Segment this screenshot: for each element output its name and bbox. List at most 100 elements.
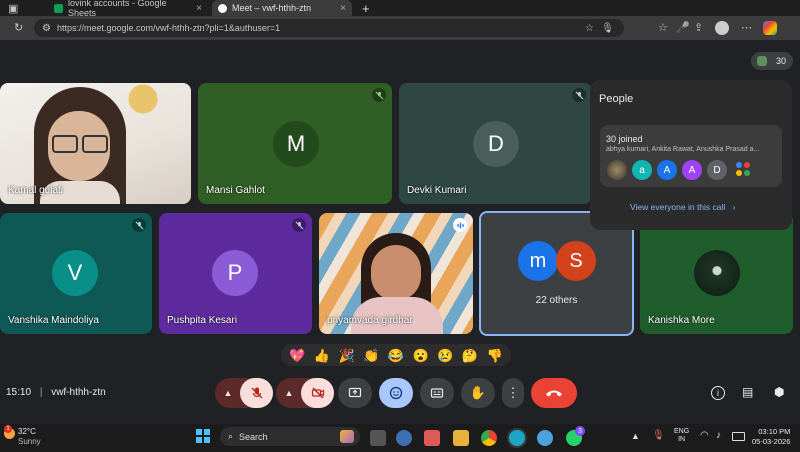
avatar: S bbox=[556, 241, 596, 281]
browser-icon[interactable] bbox=[537, 430, 553, 446]
reaction-party[interactable]: 🎉 bbox=[339, 349, 355, 362]
info-icon[interactable]: i bbox=[711, 386, 725, 400]
system-clock[interactable]: 03:10 PM 05-03-2026 bbox=[752, 427, 790, 447]
reaction-thumbs-up[interactable]: 👍 bbox=[314, 349, 330, 362]
tile-pushpita[interactable]: P Pushpita Kesari bbox=[159, 213, 312, 334]
profile-avatar[interactable] bbox=[715, 21, 729, 35]
leave-call-button[interactable] bbox=[531, 378, 577, 408]
view-everyone-link[interactable]: View everyone in this call › bbox=[630, 202, 736, 212]
video-tile-priyamvada[interactable]: priyamvada girdhar bbox=[319, 213, 473, 334]
store-icon[interactable] bbox=[424, 430, 440, 446]
present-button[interactable] bbox=[338, 378, 372, 408]
mic-icon[interactable]: 🎙 bbox=[601, 23, 614, 34]
avatar: D bbox=[473, 121, 519, 167]
reaction-laugh[interactable]: 😂 bbox=[388, 349, 404, 362]
joined-card[interactable]: 30 joined abhya kumari, Ankita Rawat, An… bbox=[600, 125, 782, 187]
reload-icon: ↻ bbox=[14, 22, 24, 34]
lang-code: ENG bbox=[674, 428, 690, 435]
reaction-heart[interactable]: 💖 bbox=[289, 349, 305, 362]
tile-mansi[interactable]: M Mansi Gahlot bbox=[198, 83, 392, 204]
mic-options-button[interactable]: ▲ bbox=[215, 378, 241, 408]
captions-button[interactable] bbox=[420, 378, 454, 408]
star-icon[interactable]: ☆ bbox=[658, 21, 668, 34]
mic-off-icon bbox=[132, 218, 146, 232]
reaction-thumbs-down[interactable]: 👎 bbox=[486, 349, 502, 362]
windows-start-icon[interactable] bbox=[196, 429, 210, 443]
view-everyone-label: View everyone in this call bbox=[630, 202, 726, 212]
weather-desc: Sunny bbox=[18, 437, 41, 446]
weather-widget[interactable]: 32°C Sunny bbox=[18, 427, 41, 447]
avatar: V bbox=[52, 250, 98, 296]
camera-options-button[interactable]: ▲ bbox=[276, 378, 302, 408]
mic-toggle-button[interactable] bbox=[240, 378, 273, 408]
tile-vanshika[interactable]: V Vanshika Maindoliya bbox=[0, 213, 152, 334]
copilot-icon[interactable] bbox=[763, 21, 777, 35]
close-icon[interactable]: × bbox=[196, 3, 202, 14]
volume-icon[interactable]: ♪ bbox=[716, 430, 721, 441]
avatar: a bbox=[632, 160, 652, 180]
microphone-icon[interactable]: 🎤 bbox=[676, 21, 690, 34]
mic-off-icon bbox=[372, 88, 386, 102]
tab-label: Meet – vwf-hthh-ztn bbox=[232, 3, 312, 13]
wifi-icon[interactable]: ◠ bbox=[700, 430, 709, 441]
tab-sheets[interactable]: lovink accounts - Google Sheets × bbox=[48, 0, 208, 18]
battery-icon[interactable] bbox=[732, 432, 745, 441]
clock-time: 03:10 PM bbox=[758, 427, 791, 436]
task-view-icon[interactable] bbox=[370, 430, 386, 446]
new-tab-button[interactable]: + bbox=[356, 0, 374, 16]
tab-meet[interactable]: Meet – vwf-hthh-ztn × bbox=[212, 0, 352, 16]
search-label: Search bbox=[239, 431, 268, 442]
reload-button[interactable]: ↻ bbox=[14, 21, 23, 34]
others-count-label: 22 others bbox=[535, 295, 578, 306]
weather-badge: 1 bbox=[4, 425, 12, 433]
participant-count: 30 bbox=[775, 56, 786, 66]
more-options-button[interactable]: ⋮ bbox=[502, 378, 524, 408]
camera-toggle-button[interactable] bbox=[301, 378, 334, 408]
tray-mic-icon[interactable]: 🎙 bbox=[652, 430, 665, 441]
bookmark-icon[interactable]: ☆ bbox=[585, 23, 594, 34]
mic-off-icon bbox=[251, 387, 262, 399]
separator: | bbox=[39, 387, 43, 398]
tray-overflow-icon[interactable]: ▲ bbox=[631, 431, 640, 441]
search-highlight-icon bbox=[340, 430, 354, 443]
tab-list-button[interactable]: ▣ bbox=[2, 0, 20, 16]
reaction-clap[interactable]: 👏 bbox=[363, 349, 379, 362]
raise-hand-button[interactable]: ✋ bbox=[461, 378, 495, 408]
reactions-button[interactable] bbox=[379, 378, 413, 408]
participant-name: Pushpita Kesari bbox=[167, 315, 238, 326]
meet-icon bbox=[218, 3, 227, 13]
site-info-icon[interactable]: ⚙ bbox=[42, 23, 51, 34]
chat-icon[interactable]: ▤ bbox=[742, 385, 753, 399]
activities-icon[interactable]: ⬢ bbox=[774, 385, 784, 399]
chrome-icon[interactable] bbox=[481, 430, 497, 446]
participant-name: priyamvada girdhar bbox=[327, 315, 413, 326]
tile-kanishka[interactable]: Kanishka More bbox=[640, 213, 793, 334]
address-bar[interactable]: ⚙ https://meet.google.com/vwf-hthh-ztn?p… bbox=[34, 19, 624, 37]
file-explorer-icon[interactable] bbox=[453, 430, 469, 446]
more-icon[interactable]: ⋯ bbox=[741, 21, 752, 34]
speaking-indicator-icon bbox=[453, 218, 467, 232]
bookmarks-icon[interactable]: ⇪ bbox=[694, 21, 703, 34]
edge-icon[interactable] bbox=[509, 430, 525, 446]
avatar: P bbox=[212, 250, 258, 296]
participant-name: Kanishka More bbox=[648, 315, 715, 326]
joined-names: abhya kumari, Ankita Rawat, Anushka Pras… bbox=[606, 146, 760, 153]
language-indicator[interactable]: ENG IN bbox=[674, 428, 689, 444]
present-icon bbox=[348, 387, 362, 398]
close-icon[interactable]: × bbox=[340, 3, 346, 14]
reaction-sad[interactable]: 😢 bbox=[437, 349, 453, 362]
settings-icon[interactable] bbox=[396, 430, 412, 446]
tab-list-icon: ▣ bbox=[8, 2, 19, 15]
reaction-thinking[interactable]: 🤔 bbox=[462, 349, 478, 362]
mic-off-icon bbox=[292, 218, 306, 232]
lang-region: IN bbox=[678, 436, 686, 443]
weather-temp: 32°C bbox=[18, 427, 36, 436]
video-tile-kamal[interactable]: Kamal gulati bbox=[0, 83, 191, 204]
glasses-left bbox=[52, 135, 78, 153]
meeting-info: 15:10 | vwf-hthh-ztn bbox=[6, 387, 106, 398]
participant-name: Devki Kumari bbox=[407, 185, 467, 196]
participants-button[interactable]: 30 bbox=[751, 52, 793, 70]
tile-devki[interactable]: D Devki Kumari bbox=[399, 83, 592, 204]
reaction-surprised[interactable]: 😮 bbox=[413, 349, 429, 362]
taskbar-search[interactable]: ⌕ Search bbox=[220, 427, 360, 446]
